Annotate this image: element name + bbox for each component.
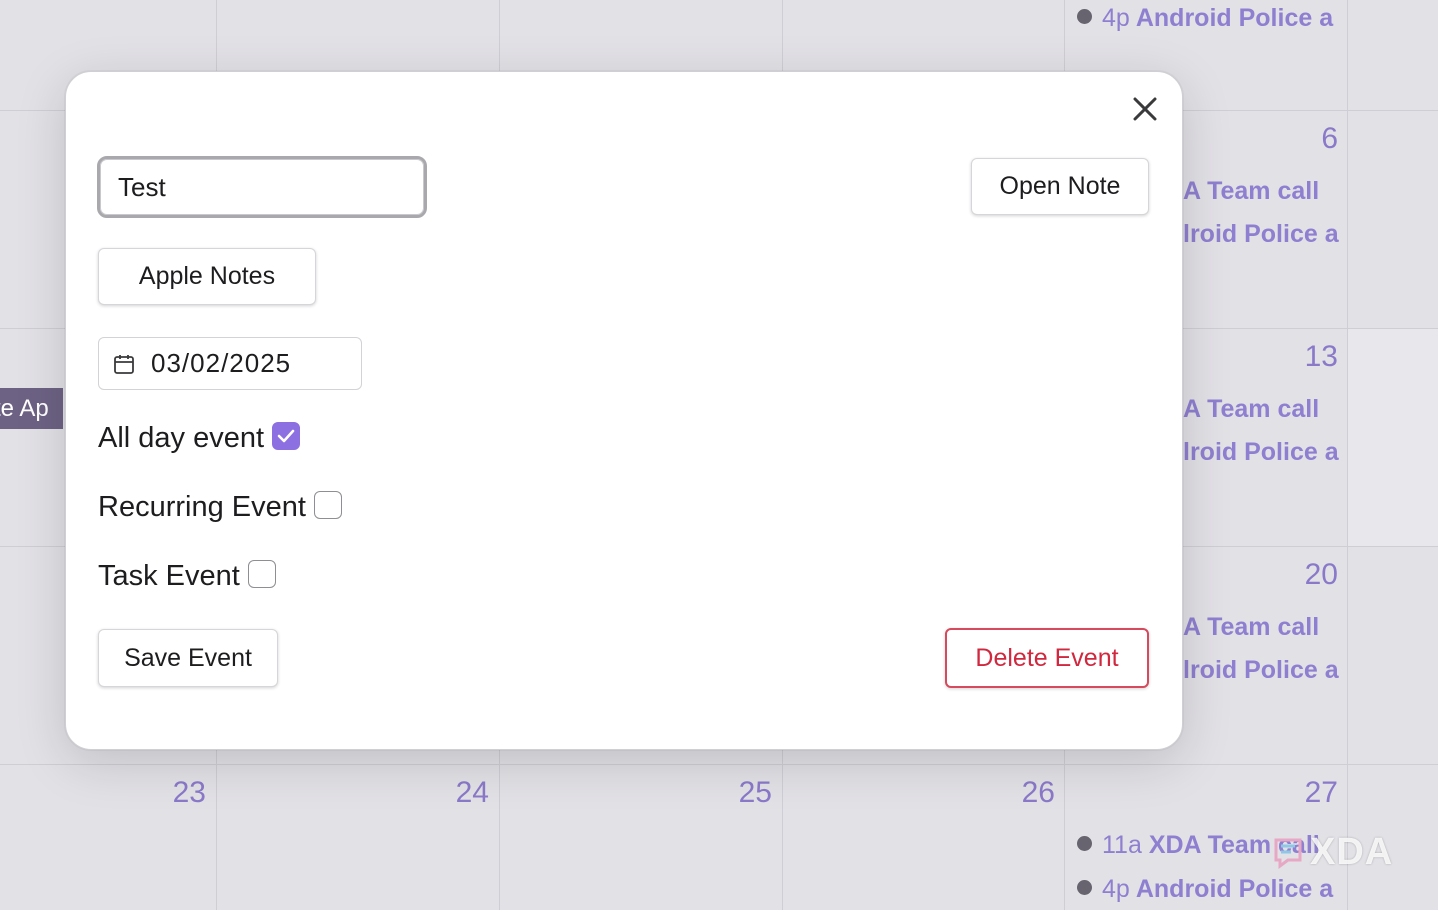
all-day-label: All day event [98, 422, 265, 454]
today-cell-shade [1348, 328, 1438, 546]
calendar-event[interactable]: A Team call [1183, 613, 1343, 642]
event-title-input[interactable] [97, 156, 427, 218]
grid-line [1347, 0, 1348, 910]
xda-watermark: XDA [1270, 831, 1393, 873]
delete-event-button[interactable]: Delete Event [945, 628, 1149, 688]
task-checkbox[interactable] [247, 559, 276, 588]
xda-logo-icon [1274, 838, 1302, 869]
calendar-event[interactable]: lroid Police a [1183, 656, 1343, 685]
recurring-row: Recurring Event [98, 490, 342, 524]
all-day-row: All day event [98, 421, 301, 455]
all-day-event-chip[interactable]: te Ap [0, 388, 63, 429]
event-edit-modal: Open Note Apple Notes 03/02/2025 All day… [65, 71, 1183, 750]
event-dot-icon [1077, 880, 1092, 895]
calendar-event[interactable]: lroid Police a [1183, 220, 1343, 249]
apple-notes-button[interactable]: Apple Notes [98, 248, 316, 305]
day-number[interactable]: 26 [975, 776, 1055, 810]
date-value: 03/02/2025 [151, 348, 292, 378]
task-row: Task Event [98, 559, 276, 593]
checkmark-icon [277, 429, 295, 442]
event-dot-icon [1077, 836, 1092, 851]
day-number[interactable]: 27 [1258, 776, 1338, 810]
calendar-event[interactable]: A Team call [1183, 177, 1343, 206]
day-number[interactable]: 24 [409, 776, 489, 810]
grid-line [0, 764, 1438, 765]
recurring-checkbox[interactable] [313, 490, 342, 519]
event-dot-icon [1077, 9, 1092, 24]
open-note-button[interactable]: Open Note [971, 158, 1149, 215]
calendar-event[interactable]: 4p Android Police a [1077, 875, 1343, 904]
day-number[interactable]: 20 [1258, 558, 1338, 592]
close-icon[interactable] [1130, 94, 1160, 124]
calendar-event[interactable]: 4p Android Police a [1077, 4, 1343, 33]
day-number[interactable]: 13 [1258, 340, 1338, 374]
save-event-button[interactable]: Save Event [98, 629, 278, 687]
all-day-checkbox[interactable] [272, 421, 301, 450]
task-label: Task Event [98, 560, 240, 592]
calendar-event[interactable]: A Team call [1183, 395, 1343, 424]
day-number[interactable]: 23 [126, 776, 206, 810]
recurring-label: Recurring Event [98, 491, 306, 523]
calendar-event[interactable]: lroid Police a [1183, 438, 1343, 467]
day-number[interactable]: 25 [692, 776, 772, 810]
date-input[interactable]: 03/02/2025 [98, 337, 362, 390]
calendar-icon[interactable] [113, 353, 135, 375]
day-number[interactable]: 6 [1258, 122, 1338, 156]
